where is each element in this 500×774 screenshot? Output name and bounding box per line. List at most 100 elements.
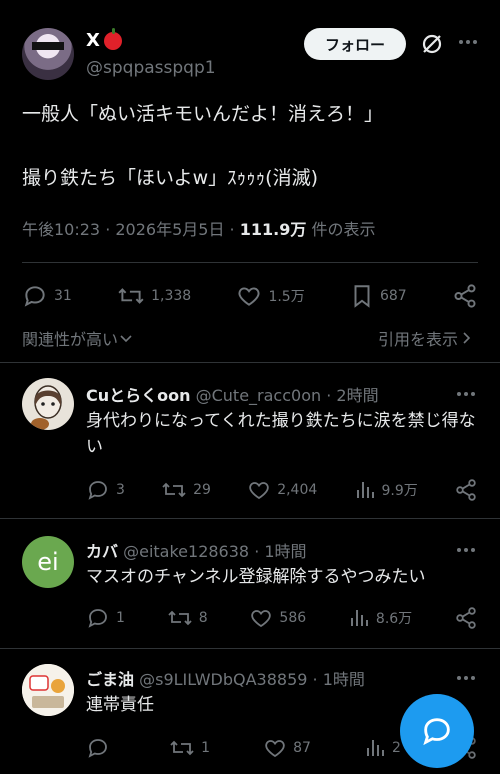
like-button[interactable]: 1.5万 <box>236 283 305 309</box>
view-count: 2 <box>391 740 401 756</box>
user-handle[interactable]: @Cute_racc0on <box>196 386 322 405</box>
display-name[interactable]: カバ <box>86 542 118 561</box>
avatar[interactable] <box>22 378 74 430</box>
analytics-icon <box>350 610 368 626</box>
retweet-count: 1 <box>201 740 210 756</box>
retweet-button[interactable]: 29 <box>161 478 211 502</box>
heart-icon <box>251 610 272 628</box>
retweet-button[interactable]: 8 <box>167 606 208 630</box>
reply-actions: 1 8 586 8.6万 <box>86 606 478 630</box>
display-name[interactable]: Cuとらくoon <box>86 386 191 405</box>
tweet-text-line: 撮り鉄たち「ほいよw」ｽｩｩｩ(消滅) <box>22 167 318 189</box>
sort-label: 関連性が高い <box>22 330 119 349</box>
retweet-icon <box>170 740 194 756</box>
tweet-text-line: 一般人「ぬい活キモいんだよ！消えろ！」 <box>22 103 384 125</box>
heart-icon <box>265 740 285 758</box>
apple-icon <box>103 27 122 50</box>
like-button[interactable]: 2,404 <box>247 478 317 502</box>
retweet-count: 29 <box>193 482 211 498</box>
like-count: 2,404 <box>277 482 318 498</box>
share-icon <box>456 607 476 629</box>
share-icon <box>456 479 476 501</box>
view-count: 8.6万 <box>375 611 413 627</box>
retweet-icon <box>118 288 144 304</box>
reply-icon <box>88 609 107 628</box>
retweet-button[interactable]: 1 <box>169 736 210 760</box>
bookmark-button[interactable]: 687 <box>350 283 407 309</box>
follow-button[interactable]: フォロー <box>304 28 406 60</box>
reply-count: 1 <box>116 610 125 626</box>
quotes-label: 引用を表示 <box>377 330 458 349</box>
display-name[interactable]: ごま油 <box>86 670 134 689</box>
reply-item[interactable]: ei カバ @eitake128638 · 1時間 マスオのチャンネル登録解除す… <box>0 518 500 648</box>
reply-button[interactable]: 1 <box>86 606 125 630</box>
retweet-count: 1,338 <box>151 288 192 304</box>
like-button[interactable]: 586 <box>249 606 306 630</box>
bookmark-icon <box>354 285 370 308</box>
heart-icon <box>249 482 269 500</box>
tweet-actions: 31 1,338 1.5万 687 <box>22 282 478 310</box>
reply-button[interactable] <box>86 736 116 760</box>
heart-icon <box>238 287 260 306</box>
reply-item[interactable]: Cuとらくoon @Cute_racc0on · 2時間 身代わりになってくれた… <box>0 362 500 518</box>
reply-icon <box>24 286 45 307</box>
display-name-text: X <box>86 30 100 51</box>
avatar[interactable] <box>22 28 74 80</box>
tweet-time[interactable]: 午後10:23 · 2026年5月5日 · <box>22 220 235 239</box>
avatar[interactable]: ei <box>22 536 74 588</box>
more-icon[interactable] <box>458 32 478 52</box>
reply-button[interactable]: 3 <box>86 478 125 502</box>
reply-actions: 3 29 2,404 9.9万 <box>86 478 478 502</box>
compose-reply-button[interactable] <box>400 694 474 768</box>
grok-icon[interactable] <box>420 32 444 56</box>
like-button[interactable]: 87 <box>263 736 311 760</box>
like-count: 1.5万 <box>268 289 305 305</box>
display-name[interactable]: X <box>86 27 122 51</box>
more-icon[interactable] <box>456 384 476 408</box>
views-button[interactable]: 9.9万 <box>354 478 418 502</box>
user-handle[interactable]: @eitake128638 <box>123 542 249 561</box>
reply-icon <box>88 739 107 758</box>
share-icon <box>454 284 476 308</box>
reply-header: カバ @eitake128638 · 1時間 <box>86 538 307 562</box>
more-icon[interactable] <box>456 540 476 564</box>
analytics-icon <box>366 740 384 756</box>
view-count: 9.9万 <box>381 483 418 499</box>
view-suffix: 件の表示 <box>311 220 376 239</box>
avatar[interactable] <box>22 664 74 716</box>
retweet-count: 8 <box>198 610 208 626</box>
reply-count: 3 <box>116 482 125 498</box>
views-button[interactable]: 2 <box>364 736 401 760</box>
share-button[interactable] <box>454 606 478 630</box>
chevron-down-icon <box>120 335 132 343</box>
reply-text: 身代わりになってくれた撮り鉄たちに涙を禁じ得ない <box>86 411 476 457</box>
reply-time[interactable]: · 1時間 <box>254 542 306 561</box>
user-handle[interactable]: @spqpasspqp1 <box>86 58 216 78</box>
share-button[interactable] <box>454 478 478 502</box>
reply-count: 31 <box>54 288 72 304</box>
retweet-icon <box>162 482 186 498</box>
reply-icon <box>88 481 107 500</box>
retweet-button[interactable]: 1,338 <box>117 283 191 309</box>
reply-button[interactable]: 31 <box>22 283 72 309</box>
divider <box>22 262 478 263</box>
reply-time[interactable]: · 2時間 <box>326 386 378 405</box>
reply-header: Cuとらくoon @Cute_racc0on · 2時間 <box>86 382 379 406</box>
reply-icon <box>423 718 450 746</box>
views-button[interactable]: 8.6万 <box>348 606 412 630</box>
view-quotes-link[interactable]: 引用を表示 <box>378 326 474 350</box>
tweet-meta: 午後10:23 · 2026年5月5日 · 111.9万 件の表示 <box>22 216 375 240</box>
like-count: 586 <box>279 610 307 626</box>
share-button[interactable] <box>452 283 478 309</box>
reply-header: ごま油 @s9LILWDbQA38859 · 1時間 <box>86 666 365 690</box>
sort-relevance-dropdown[interactable]: 関連性が高い <box>22 326 134 350</box>
tweet-text: 一般人「ぬい活キモいんだよ！消えろ！」 撮り鉄たち「ほいよw」ｽｩｩｩ(消滅) <box>22 100 478 192</box>
like-count: 87 <box>293 740 311 756</box>
analytics-icon <box>356 482 374 498</box>
reply-time[interactable]: · 1時間 <box>313 670 365 689</box>
more-icon[interactable] <box>456 668 476 692</box>
retweet-icon <box>168 610 192 626</box>
reply-text: マスオのチャンネル登録解除するやつみたい <box>86 567 426 587</box>
user-handle[interactable]: @s9LILWDbQA38859 <box>139 670 307 689</box>
view-count: 111.9万 <box>239 220 307 239</box>
